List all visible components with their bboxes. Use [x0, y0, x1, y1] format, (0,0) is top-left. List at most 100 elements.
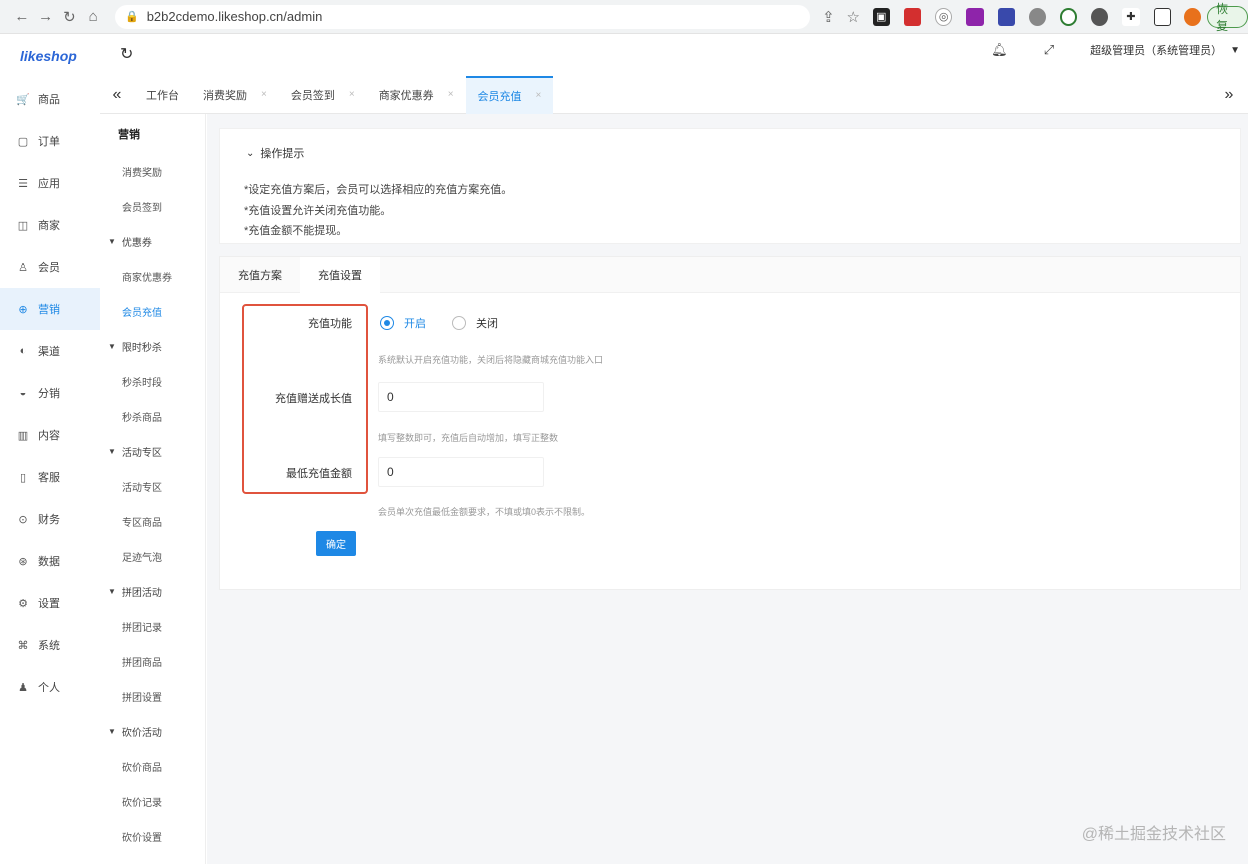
page-tab-label: 会员充值	[477, 90, 522, 103]
extension-circle-icon[interactable]: ◎	[935, 7, 953, 26]
close-icon[interactable]: ×	[536, 90, 542, 101]
share-icon[interactable]: ⇪	[816, 4, 841, 30]
admin-name[interactable]: 超级管理员（系统管理员）	[1090, 42, 1222, 58]
main-nav-item-6[interactable]: ◐ 渠道	[0, 330, 100, 372]
tab-recharge-plans[interactable]: 充值方案	[220, 257, 300, 293]
radio-enable[interactable]: 开启	[380, 315, 426, 331]
main-nav-label: 营销	[38, 304, 60, 316]
caret-down-icon[interactable]: ▼	[1230, 45, 1240, 56]
growth-value-label: 充值赠送成长值	[275, 393, 352, 405]
sub-nav-item[interactable]: 专区商品	[100, 504, 205, 539]
close-icon[interactable]: ×	[448, 89, 454, 100]
triangle-down-icon: ▼	[108, 447, 116, 456]
tabs-scroll-left-icon[interactable]: «	[100, 86, 134, 104]
form-tabs: 充值方案 充值设置	[220, 256, 1240, 293]
sub-nav-group[interactable]: ▼ 砍价活动	[100, 714, 205, 749]
main-nav-item-0[interactable]: 🛒 商品	[0, 78, 100, 120]
sub-nav-item[interactable]: 会员签到	[100, 189, 205, 224]
sub-nav-item[interactable]: 会员充值	[100, 294, 205, 329]
home-icon[interactable]: ⌂	[81, 4, 105, 30]
page-tab-label: 工作台	[146, 89, 179, 102]
min-amount-label: 最低充值金额	[286, 468, 352, 480]
sub-nav-item[interactable]: 消费奖励	[100, 154, 205, 189]
sub-nav-item[interactable]: 砍价商品	[100, 749, 205, 784]
main-nav-label: 商家	[38, 220, 60, 232]
triangle-down-icon: ▼	[108, 587, 116, 596]
extension-dark-icon[interactable]	[1091, 7, 1109, 26]
main-nav-item-9[interactable]: ▯ 客服	[0, 456, 100, 498]
extensions-puzzle-icon[interactable]: ✚	[1122, 7, 1140, 26]
shop-icon: ◫	[17, 219, 29, 232]
main-nav-item-10[interactable]: ⊙ 财务	[0, 498, 100, 540]
close-icon[interactable]: ×	[349, 89, 355, 100]
sub-nav-item[interactable]: 活动专区	[100, 469, 205, 504]
radio-disable[interactable]: 关闭	[452, 315, 498, 331]
sub-nav-item[interactable]: 商家优惠券	[100, 259, 205, 294]
fullscreen-icon[interactable]: ⤢	[1044, 42, 1054, 58]
main-nav-item-8[interactable]: ▥ 内容	[0, 414, 100, 456]
extension-purple-icon[interactable]	[966, 7, 984, 26]
confirm-button[interactable]: 确定	[316, 531, 356, 556]
bookmark-star-icon[interactable]: ☆	[841, 4, 866, 30]
min-amount-input[interactable]	[378, 457, 544, 487]
main-nav-item-1[interactable]: ▢ 订单	[0, 120, 100, 162]
radio-disable-label: 关闭	[476, 318, 498, 330]
forward-icon[interactable]: →	[34, 4, 58, 30]
extension-green-ring-icon[interactable]	[1059, 7, 1078, 26]
sub-nav-group[interactable]: ▼ 拼团活动	[100, 574, 205, 609]
reload-icon[interactable]: ↻	[58, 4, 82, 30]
page-tab-3[interactable]: 商家优惠券 ×	[367, 76, 466, 114]
sidepanel-icon[interactable]	[1153, 7, 1171, 26]
back-icon[interactable]: ←	[10, 4, 34, 30]
extension-red-icon[interactable]	[903, 7, 922, 26]
main-nav-item-2[interactable]: ☰ 应用	[0, 162, 100, 204]
main-nav-label: 应用	[38, 178, 60, 190]
growth-value-input[interactable]	[378, 382, 544, 412]
sub-nav-item[interactable]: 拼团商品	[100, 644, 205, 679]
page-tab-0[interactable]: 工作台	[134, 76, 191, 114]
extension-blue-icon[interactable]	[997, 7, 1015, 26]
main-nav-label: 会员	[38, 262, 60, 274]
sub-nav-group[interactable]: ▼ 活动专区	[100, 434, 205, 469]
sub-nav-item[interactable]: 拼团设置	[100, 679, 205, 714]
sub-nav-item[interactable]: 砍价设置	[100, 819, 205, 854]
restore-button[interactable]: 恢复	[1207, 2, 1248, 33]
app-logo[interactable]: likeshop	[20, 48, 77, 64]
sub-nav-group[interactable]: ▼ 优惠券	[100, 224, 205, 259]
main-nav-item-7[interactable]: ◒ 分销	[0, 372, 100, 414]
main-nav-item-11[interactable]: ⊛ 数据	[0, 540, 100, 582]
sub-nav-item[interactable]: 足迹气泡	[100, 539, 205, 574]
page-tab-1[interactable]: 消费奖励 ×	[191, 76, 279, 114]
bell-icon[interactable]: 🔔︎	[991, 42, 1008, 58]
address-bar[interactable]: 🔒 b2b2cdemo.likeshop.cn/admin	[115, 4, 810, 29]
extension-image-icon[interactable]: ▣	[872, 7, 890, 26]
close-icon[interactable]: ×	[261, 89, 267, 100]
sub-nav-group[interactable]: ▼ 限时秒杀	[100, 329, 205, 364]
main-nav-item-4[interactable]: ♙ 会员	[0, 246, 100, 288]
main-nav-label: 内容	[38, 430, 60, 442]
sub-nav-label: 砍价商品	[122, 763, 162, 774]
page-tab-2[interactable]: 会员签到 ×	[279, 76, 367, 114]
refresh-icon[interactable]: ↻	[120, 44, 133, 64]
main-nav-item-14[interactable]: ♟ 个人	[0, 666, 100, 708]
sub-nav-label: 消费奖励	[122, 168, 162, 179]
main-nav-item-5[interactable]: ⊕ 营销	[0, 288, 100, 330]
profile-avatar[interactable]	[1183, 7, 1202, 26]
tips-header[interactable]: ⌄ 操作提示	[246, 145, 304, 161]
page-tab-4[interactable]: 会员充值 ×	[465, 75, 554, 114]
sub-nav-item[interactable]: 拼团记录	[100, 609, 205, 644]
sub-nav-item[interactable]: 砍价记录	[100, 784, 205, 819]
main-nav-label: 个人	[38, 682, 60, 694]
sub-nav-label: 专区商品	[122, 518, 162, 529]
main-nav-label: 渠道	[38, 346, 60, 358]
main-nav-item-12[interactable]: ⚙ 设置	[0, 582, 100, 624]
main-nav-item-3[interactable]: ◫ 商家	[0, 204, 100, 246]
main-nav-label: 设置	[38, 598, 60, 610]
sub-nav-label: 会员签到	[122, 203, 162, 214]
sub-nav-item[interactable]: 秒杀商品	[100, 399, 205, 434]
tabs-scroll-right-icon[interactable]: »	[1210, 86, 1248, 104]
extension-gray-icon[interactable]	[1028, 7, 1046, 26]
main-nav-item-13[interactable]: ⌘ 系统	[0, 624, 100, 666]
tab-recharge-settings[interactable]: 充值设置	[300, 256, 380, 293]
sub-nav-item[interactable]: 秒杀时段	[100, 364, 205, 399]
